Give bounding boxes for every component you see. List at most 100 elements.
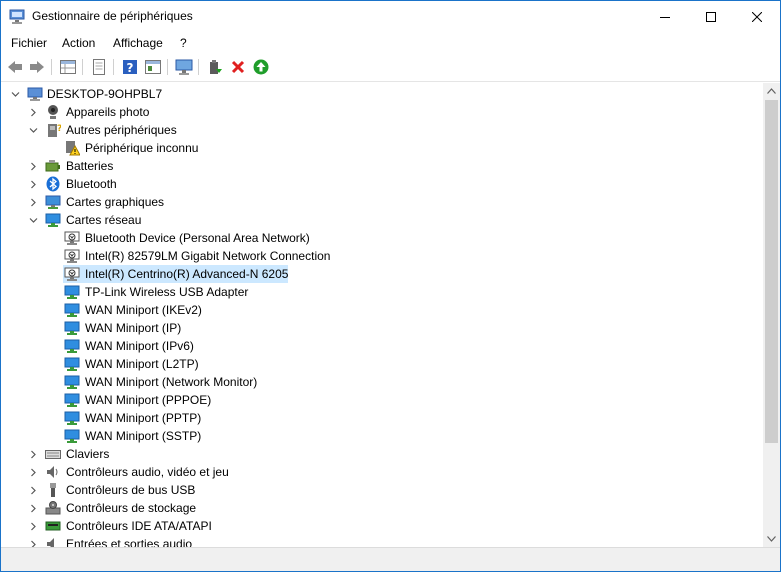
network-adapter-icon	[64, 339, 80, 353]
chevron-right-icon[interactable]	[29, 450, 38, 459]
chevron-down-icon[interactable]	[11, 90, 20, 99]
network-disabled-icon	[64, 267, 80, 281]
tree-item-label: Claviers	[66, 447, 110, 461]
tree-item-label: Intel(R) 82579LM Gigabit Network Connect…	[85, 249, 331, 263]
usb-icon	[50, 483, 56, 497]
tree-item[interactable]: WAN Miniport (Network Monitor)	[1, 373, 761, 391]
tree-item[interactable]: Périphérique inconnu	[1, 139, 761, 157]
tree-item-label: Contrôleurs de stockage	[66, 501, 197, 515]
scroll-up-icon[interactable]	[767, 88, 776, 94]
tree-item-label: WAN Miniport (IPv6)	[85, 339, 194, 353]
minimize-button[interactable]	[642, 1, 688, 32]
tree-item-label: Appareils photo	[66, 105, 150, 119]
vertical-scrollbar[interactable]	[763, 83, 780, 547]
tree-item[interactable]: WAN Miniport (IP)	[1, 319, 761, 337]
update-driver-icon	[210, 60, 222, 74]
tree-item[interactable]: Contrôleurs IDE ATA/ATAPI	[1, 517, 761, 535]
tree-item-label: Cartes graphiques	[66, 195, 165, 209]
tree-item[interactable]: Batteries	[1, 157, 761, 175]
tree-item[interactable]: WAN Miniport (PPPOE)	[1, 391, 761, 409]
title-bar: Gestionnaire de périphériques	[1, 1, 780, 32]
menu-action[interactable]: Action	[62, 36, 95, 50]
chevron-right-icon[interactable]	[29, 198, 38, 207]
chevron-right-icon[interactable]	[29, 486, 38, 495]
update-driver-button[interactable]	[206, 58, 224, 76]
network-adapter-icon	[64, 321, 80, 335]
camera-icon	[48, 105, 58, 119]
network-adapter-icon	[45, 213, 61, 227]
chevron-down-icon[interactable]	[29, 216, 38, 225]
tree-item[interactable]: Contrôleurs audio, vidéo et jeu	[1, 463, 761, 481]
tree-item[interactable]: Claviers	[1, 445, 761, 463]
back-button[interactable]	[6, 58, 24, 76]
scroll-thumb[interactable]	[765, 100, 778, 443]
document-button[interactable]	[90, 58, 108, 76]
tree-item[interactable]: Cartes réseau	[1, 211, 761, 229]
tree-item[interactable]: Bluetooth	[1, 175, 761, 193]
bluetooth-icon	[46, 176, 60, 192]
document-icon	[93, 59, 105, 75]
help-button[interactable]: ?	[121, 58, 139, 76]
storage-icon	[45, 501, 61, 515]
battery-icon	[45, 160, 60, 172]
enable-device-icon	[253, 59, 269, 75]
menu-fichier[interactable]: Fichier	[11, 36, 47, 50]
network-adapter-icon	[64, 303, 80, 317]
tree-item[interactable]: WAN Miniport (SSTP)	[1, 427, 761, 445]
maximize-button[interactable]	[688, 1, 734, 32]
maximize-icon	[706, 11, 716, 22]
status-bar	[1, 547, 780, 571]
tree-item-label: TP-Link Wireless USB Adapter	[85, 285, 249, 299]
uninstall-button[interactable]	[229, 58, 247, 76]
chevron-right-icon[interactable]	[29, 108, 38, 117]
close-button[interactable]	[734, 1, 780, 32]
display-adapter-icon	[45, 195, 61, 209]
tree-item[interactable]: WAN Miniport (PPTP)	[1, 409, 761, 427]
scan-hardware-button[interactable]	[175, 58, 193, 76]
chevron-right-icon[interactable]	[29, 504, 38, 513]
tree-item[interactable]: WAN Miniport (IPv6)	[1, 337, 761, 355]
computer-icon	[27, 87, 43, 101]
tree-item-label: WAN Miniport (L2TP)	[85, 357, 199, 371]
chevron-down-icon[interactable]	[29, 126, 38, 135]
tree-item[interactable]: Intel(R) 82579LM Gigabit Network Connect…	[1, 247, 761, 265]
enable-device-button[interactable]	[252, 58, 270, 76]
tree-item[interactable]: WAN Miniport (IKEv2)	[1, 301, 761, 319]
tree-item[interactable]: TP-Link Wireless USB Adapter	[1, 283, 761, 301]
tree-item[interactable]: ? Autres périphériques	[1, 121, 761, 139]
forward-arrow-icon	[30, 61, 44, 73]
chevron-right-icon[interactable]	[29, 468, 38, 477]
scroll-down-icon[interactable]	[767, 536, 776, 542]
tree-item-label: Batteries	[66, 159, 114, 173]
chevron-right-icon[interactable]	[29, 162, 38, 171]
tree-item-label: WAN Miniport (Network Monitor)	[85, 375, 258, 389]
tree-item[interactable]: Contrôleurs de bus USB	[1, 481, 761, 499]
tree-item[interactable]: Contrôleurs de stockage	[1, 499, 761, 517]
tree-item[interactable]: Entrées et sorties audio	[1, 535, 761, 547]
menu-affichage[interactable]: Affichage	[113, 36, 163, 50]
menu-help[interactable]: ?	[180, 36, 187, 50]
forward-button[interactable]	[28, 58, 46, 76]
properties-grid-icon	[60, 60, 76, 74]
close-icon	[752, 11, 762, 22]
keyboard-icon	[45, 450, 61, 459]
audio-io-icon	[47, 538, 54, 547]
tree-root[interactable]: DESKTOP-9OHPBL7	[1, 85, 761, 103]
tree-item-selected[interactable]: Intel(R) Centrino(R) Advanced-N 6205	[1, 265, 761, 283]
tree-item-label: Bluetooth	[66, 177, 117, 191]
chevron-right-icon[interactable]	[29, 522, 38, 531]
network-disabled-icon	[64, 249, 80, 263]
chevron-right-icon[interactable]	[29, 180, 38, 189]
tree-item-label: Contrôleurs de bus USB	[66, 483, 196, 497]
properties-grid-button[interactable]	[59, 58, 77, 76]
tree-item[interactable]: Cartes graphiques	[1, 193, 761, 211]
tree-item[interactable]: Appareils photo	[1, 103, 761, 121]
tree-item-label: Périphérique inconnu	[85, 141, 199, 155]
device-manager-app-icon	[9, 9, 25, 24]
view-button[interactable]	[144, 58, 162, 76]
tree-item[interactable]: WAN Miniport (L2TP)	[1, 355, 761, 373]
tree-item[interactable]: Bluetooth Device (Personal Area Network)	[1, 229, 761, 247]
chevron-right-icon[interactable]	[29, 540, 38, 547]
network-adapter-icon	[64, 285, 80, 299]
device-tree[interactable]: DESKTOP-9OHPBL7 Appareils photo ? Autres…	[1, 83, 763, 547]
